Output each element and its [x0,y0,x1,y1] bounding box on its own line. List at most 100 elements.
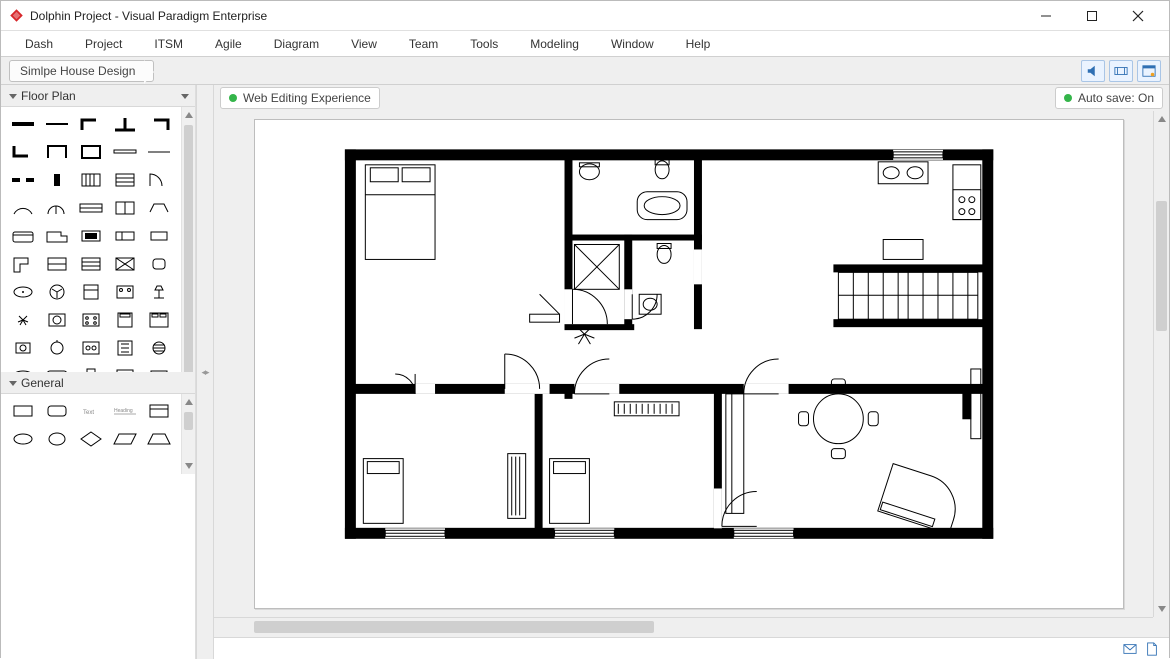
shape-tub-oval[interactable] [9,365,37,372]
shape-outlet-double[interactable] [77,337,105,359]
shape-bed-single[interactable] [111,309,139,331]
scroll-thumb[interactable] [184,412,193,430]
scroll-thumb[interactable] [1156,201,1167,331]
menu-tools[interactable]: Tools [454,33,514,55]
shape-sofa-l[interactable] [43,225,71,247]
shape-washer[interactable] [43,309,71,331]
shape-opening[interactable] [9,169,37,191]
shape-parallelogram[interactable] [111,428,139,450]
shape-cooktop[interactable] [77,309,105,331]
shape-diamond[interactable] [77,428,105,450]
shape-basin[interactable] [145,365,173,372]
shape-desk[interactable] [111,225,139,247]
shape-tv-unit[interactable] [77,225,105,247]
shape-plant[interactable] [9,309,37,331]
shape-chair[interactable] [145,253,173,275]
shape-fridge[interactable] [77,281,105,303]
shape-corner-bl[interactable] [9,141,37,163]
palette-scrollbar-general[interactable] [181,394,195,474]
shape-ellipse[interactable] [9,428,37,450]
canvas-vertical-scrollbar[interactable] [1153,111,1169,617]
shape-bay-window[interactable] [145,197,173,219]
shape-arc-open[interactable] [9,197,37,219]
shape-tee-up[interactable] [111,113,139,135]
menu-dash[interactable]: Dash [9,33,69,55]
palette-header-floorplan[interactable]: Floor Plan [1,85,195,107]
menu-help[interactable]: Help [670,33,727,55]
canvas-page[interactable] [254,119,1124,609]
tab-autosave[interactable]: Auto save: On [1055,87,1163,109]
toolbar-layout-button[interactable] [1109,60,1133,82]
scroll-down-icon[interactable] [1154,601,1169,617]
shape-grid-vent[interactable] [77,169,105,191]
shape-cabinet[interactable] [43,253,71,275]
shape-card[interactable] [145,400,173,422]
shape-ellipse-2[interactable] [43,428,71,450]
shape-wall-thin[interactable] [43,113,71,135]
shape-outlet-round[interactable] [9,337,37,359]
shape-line[interactable] [145,141,173,163]
scroll-track[interactable] [182,123,195,372]
shape-switch[interactable] [43,337,71,359]
tab-web-editing[interactable]: Web Editing Experience [220,87,380,109]
shape-shower[interactable] [111,365,139,372]
maximize-button[interactable] [1069,1,1115,31]
shape-window-unit[interactable] [111,197,139,219]
shape-sofa[interactable] [9,225,37,247]
shape-text[interactable]: Text [77,400,105,422]
shape-door-arc[interactable] [145,169,173,191]
menu-modeling[interactable]: Modeling [514,33,595,55]
scroll-up-icon[interactable] [1154,111,1169,127]
scroll-down-icon[interactable] [182,458,195,474]
shape-frame-square[interactable] [77,141,105,163]
shape-range[interactable] [111,281,139,303]
palette-header-general[interactable]: General [1,372,195,394]
floorplan-diagram[interactable] [255,120,1123,608]
menu-window[interactable]: Window [595,33,670,55]
shape-vent-round[interactable] [145,337,173,359]
shape-column[interactable] [43,169,71,191]
minimize-button[interactable] [1023,1,1069,31]
shape-lamp[interactable] [145,281,173,303]
shape-rectangle[interactable] [9,400,37,422]
shape-panel[interactable] [111,337,139,359]
canvas-horizontal-scrollbar[interactable] [214,617,1153,637]
scroll-up-icon[interactable] [182,107,195,123]
toolbar-announce-button[interactable] [1081,60,1105,82]
mail-icon[interactable] [1123,642,1137,656]
shape-dresser[interactable] [77,253,105,275]
document-icon[interactable] [1145,642,1159,656]
menu-view[interactable]: View [335,33,393,55]
menu-itsm[interactable]: ITSM [138,33,199,55]
scroll-track[interactable] [182,410,195,458]
scroll-thumb[interactable] [254,621,654,633]
shape-heading[interactable]: Heading [111,400,139,422]
shape-x-box[interactable] [111,253,139,275]
shape-window-wide[interactable] [111,141,139,163]
menu-agile[interactable]: Agile [199,33,258,55]
shape-table-rect[interactable] [145,225,173,247]
close-button[interactable] [1115,1,1161,31]
shape-rounded-rect[interactable] [43,400,71,422]
shape-toilet[interactable] [77,365,105,372]
shape-corner-tr[interactable] [145,113,173,135]
canvas-viewport[interactable] [214,111,1169,637]
toolbar-panel-button[interactable] [1137,60,1161,82]
shape-corner-tl[interactable] [77,113,105,135]
scroll-thumb[interactable] [184,125,193,372]
shape-wall-horizontal[interactable] [9,113,37,135]
breadcrumb-current[interactable]: Simlpe House Design [9,60,154,82]
menu-diagram[interactable]: Diagram [258,33,335,55]
shape-double-door[interactable] [43,197,71,219]
menu-team[interactable]: Team [393,33,454,55]
shape-frame-open[interactable] [43,141,71,163]
shape-corner-unit[interactable] [9,253,37,275]
shape-fan[interactable] [43,281,71,303]
palette-scrollbar[interactable] [181,107,195,372]
menu-project[interactable]: Project [69,33,138,55]
scroll-up-icon[interactable] [182,394,195,410]
shape-bed-double[interactable] [145,309,173,331]
shape-grid-vent-2[interactable] [111,169,139,191]
panel-splitter[interactable]: ◂▸ [196,85,214,659]
shape-sliding-door[interactable] [77,197,105,219]
